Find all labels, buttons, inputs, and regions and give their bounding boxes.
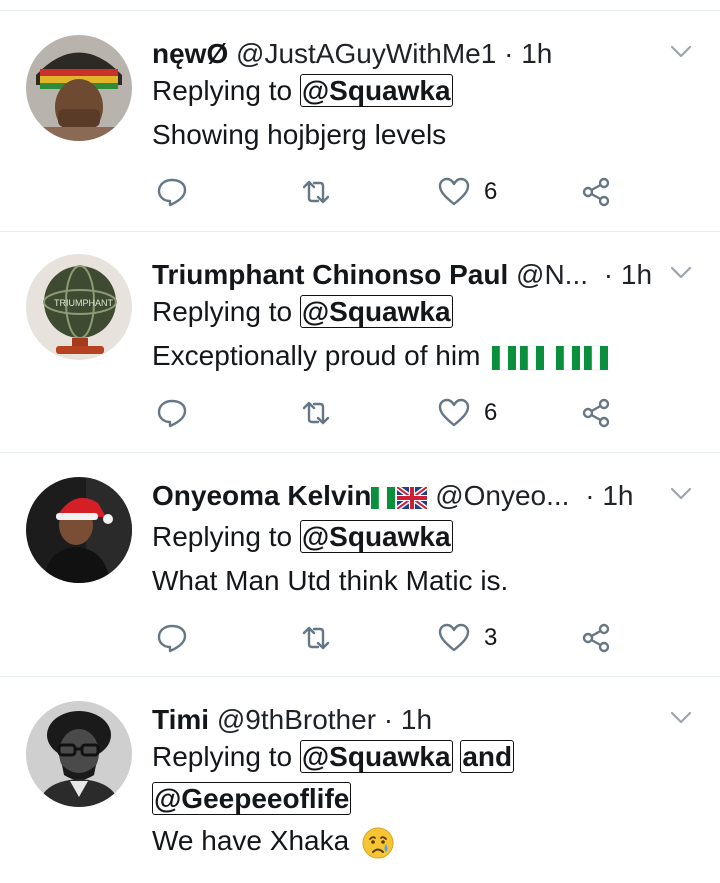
mention-link[interactable]: @Squawka xyxy=(299,520,453,553)
mention-link[interactable]: @Geepeeoflife xyxy=(152,782,352,815)
replying-to-label: Replying to xyxy=(152,741,293,772)
mention-link[interactable]: @Squawka xyxy=(299,74,453,107)
timestamp[interactable]: 1h xyxy=(621,259,652,290)
retweet-icon xyxy=(302,180,330,204)
like-button[interactable]: 6 xyxy=(438,175,497,209)
action-bar: 6 xyxy=(152,396,622,430)
nigeria-flag-emoji xyxy=(492,345,545,370)
like-count: 6 xyxy=(484,399,498,426)
replying-to-label: Replying to xyxy=(152,521,293,552)
tweet-header: Triumphant Chinonso Paul @N... · 1h xyxy=(152,258,652,292)
replying-to-continued: @Geepeeoflife xyxy=(152,779,352,819)
user-handle[interactable]: @N... xyxy=(516,259,588,290)
retweet-button[interactable] xyxy=(300,621,332,655)
retweet-button[interactable] xyxy=(300,175,332,209)
nigeria-flag-emoji xyxy=(555,345,608,370)
svg-text:TRIUMPHANT: TRIUMPHANT xyxy=(54,298,113,308)
display-name[interactable]: Timi xyxy=(152,704,209,735)
tweet-4[interactable]: Timi @9thBrother · 1h Replying to @Squaw… xyxy=(0,677,720,883)
tweet-text-content: Exceptionally proud of him xyxy=(152,340,481,371)
tweet-2[interactable]: TRIUMPHANT Triumphant Chinonso Paul @N..… xyxy=(0,232,720,453)
avatar[interactable] xyxy=(26,701,132,807)
heart-icon xyxy=(438,398,470,427)
tweet-1[interactable]: nęwØ @JustAGuyWithMe1 · 1h Replying to @… xyxy=(0,11,720,232)
user-handle[interactable]: @9thBrother xyxy=(217,704,376,735)
separator-dot: · xyxy=(603,259,614,290)
share-icon xyxy=(582,623,610,653)
chevron-down-icon[interactable] xyxy=(670,711,692,725)
crying-face-emoji xyxy=(362,827,394,859)
share-button[interactable] xyxy=(580,396,612,430)
display-name[interactable]: Triumphant Chinonso Paul xyxy=(152,259,508,290)
share-icon xyxy=(582,177,610,207)
nigeria-flag-emoji xyxy=(371,486,396,509)
reply-button[interactable] xyxy=(156,621,188,655)
user-handle[interactable]: @Onyeo... xyxy=(435,480,569,511)
tweet-text: Exceptionally proud of him xyxy=(152,336,608,376)
reply-icon xyxy=(157,178,187,207)
mention-link[interactable]: @Squawka xyxy=(299,295,453,328)
mention-joiner: and xyxy=(460,740,515,773)
timestamp[interactable]: 1h xyxy=(602,480,633,511)
avatar[interactable] xyxy=(26,35,132,141)
replying-to-label: Replying to xyxy=(152,75,293,106)
tweet-header: Onyeoma Kelvin @Onyeo... · 1h xyxy=(152,479,634,513)
replying-to: Replying to @Squawka xyxy=(152,71,453,111)
reply-button[interactable] xyxy=(156,396,188,430)
reply-icon xyxy=(157,399,187,428)
display-name[interactable]: Onyeoma Kelvin xyxy=(152,480,371,511)
heart-icon xyxy=(438,623,470,652)
tweet-text: Showing hojbjerg levels xyxy=(152,119,447,150)
timestamp[interactable]: 1h xyxy=(521,38,552,69)
like-button[interactable]: 3 xyxy=(438,621,497,655)
like-count: 3 xyxy=(484,624,498,651)
share-button[interactable] xyxy=(580,621,612,655)
avatar[interactable] xyxy=(26,477,132,583)
mention-link[interactable]: @Squawka xyxy=(299,740,453,773)
user-handle[interactable]: @JustAGuyWithMe1 xyxy=(236,38,496,69)
tweet-text-content: We have Xhaka xyxy=(152,825,350,856)
action-bar: 3 xyxy=(152,621,622,655)
replying-to-label: Replying to xyxy=(152,296,293,327)
tweet-header: nęwØ @JustAGuyWithMe1 · 1h xyxy=(152,37,552,71)
separator-dot: · xyxy=(585,480,595,511)
chevron-down-icon[interactable] xyxy=(670,266,692,280)
share-icon xyxy=(582,398,610,428)
uk-flag-emoji xyxy=(397,486,428,509)
replying-to: Replying to @Squawka and xyxy=(152,737,515,777)
like-count: 6 xyxy=(484,178,498,205)
like-button[interactable]: 6 xyxy=(438,396,497,430)
reply-button[interactable] xyxy=(156,175,188,209)
display-name[interactable]: nęwØ xyxy=(152,38,228,69)
retweet-icon xyxy=(302,401,330,425)
timestamp[interactable]: 1h xyxy=(401,704,432,735)
reply-icon xyxy=(157,624,187,653)
replying-to: Replying to @Squawka xyxy=(152,517,453,557)
tweet-text: We have Xhaka xyxy=(152,821,395,861)
heart-icon xyxy=(438,177,470,206)
separator-dot: · xyxy=(504,38,514,69)
retweet-icon xyxy=(302,626,330,650)
share-button[interactable] xyxy=(580,175,612,209)
avatar[interactable]: TRIUMPHANT xyxy=(26,254,132,360)
retweet-button[interactable] xyxy=(300,396,332,430)
tweet-header: Timi @9thBrother · 1h xyxy=(152,703,432,737)
chevron-down-icon[interactable] xyxy=(670,487,692,501)
chevron-down-icon[interactable] xyxy=(670,45,692,59)
separator-dot: · xyxy=(383,704,394,735)
action-bar: 6 xyxy=(152,175,622,209)
replying-to: Replying to @Squawka xyxy=(152,292,453,332)
tweet-text: What Man Utd think Matic is. xyxy=(152,565,509,596)
tweet-3[interactable]: Onyeoma Kelvin @Onyeo... · 1h Replying t… xyxy=(0,453,720,677)
